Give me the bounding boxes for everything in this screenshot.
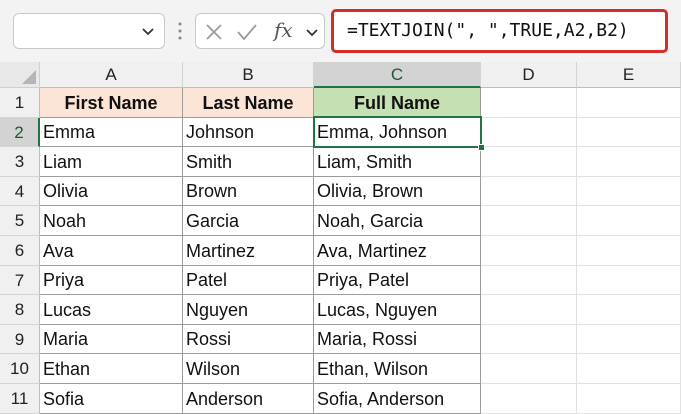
cell-b-row-2[interactable]: Johnson: [183, 118, 314, 147]
cell-d-row-11[interactable]: [481, 384, 577, 414]
formula-bar-area: fx =TEXTJOIN(", ",TRUE,A2,B2): [0, 0, 681, 62]
cell-c-row-4[interactable]: Olivia, Brown: [314, 177, 481, 206]
cell-e-row-6[interactable]: [577, 236, 681, 266]
chevron-down-icon[interactable]: [304, 24, 320, 40]
row-header-3[interactable]: 3: [0, 147, 40, 177]
cell-a-row-3[interactable]: Liam: [40, 147, 183, 177]
cell-d-row-6[interactable]: [481, 236, 577, 266]
cell-b-row-8[interactable]: Nguyen: [183, 295, 314, 325]
cell-d-row-3[interactable]: [481, 147, 577, 177]
cancel-x-icon[interactable]: [204, 22, 224, 42]
formula-buttons: fx: [195, 13, 325, 49]
cell-e-row-9[interactable]: [577, 325, 681, 354]
cell-a-row-1[interactable]: First Name: [40, 88, 183, 118]
cell-b-row-10[interactable]: Wilson: [183, 354, 314, 384]
row-header-2[interactable]: 2: [0, 118, 40, 147]
cell-a-row-2[interactable]: Emma: [40, 118, 183, 147]
cell-e-row-5[interactable]: [577, 206, 681, 236]
cell-e-row-2[interactable]: [577, 118, 681, 147]
cell-d-row-1[interactable]: [481, 88, 577, 118]
cell-a-row-5[interactable]: Noah: [40, 206, 183, 236]
name-box[interactable]: [13, 13, 165, 49]
cell-e-row-11[interactable]: [577, 384, 681, 414]
cell-b-row-11[interactable]: Anderson: [183, 384, 314, 414]
cell-b-row-7[interactable]: Patel: [183, 266, 314, 295]
cell-c-row-7[interactable]: Priya, Patel: [314, 266, 481, 295]
column-header-d[interactable]: D: [481, 62, 577, 88]
cell-b-row-3[interactable]: Smith: [183, 147, 314, 177]
drag-handle-icon[interactable]: [177, 20, 183, 42]
column-header-b[interactable]: B: [183, 62, 314, 88]
cell-b-row-6[interactable]: Martinez: [183, 236, 314, 266]
row-header-8[interactable]: 8: [0, 295, 40, 325]
cell-c-row-1[interactable]: Full Name: [314, 88, 481, 118]
row-header-10[interactable]: 10: [0, 354, 40, 384]
cell-a-row-7[interactable]: Priya: [40, 266, 183, 295]
cell-a-row-6[interactable]: Ava: [40, 236, 183, 266]
cell-e-row-1[interactable]: [577, 88, 681, 118]
row-header-5[interactable]: 5: [0, 206, 40, 236]
column-header-a[interactable]: A: [40, 62, 183, 88]
cell-c-row-2[interactable]: Emma, Johnson: [314, 118, 481, 147]
cell-c-row-9[interactable]: Maria, Rossi: [314, 325, 481, 354]
cell-c-row-6[interactable]: Ava, Martinez: [314, 236, 481, 266]
cell-c-row-5[interactable]: Noah, Garcia: [314, 206, 481, 236]
cell-b-row-1[interactable]: Last Name: [183, 88, 314, 118]
fill-handle[interactable]: [478, 144, 485, 151]
cell-d-row-2[interactable]: [481, 118, 577, 147]
cell-d-row-9[interactable]: [481, 325, 577, 354]
select-all-button[interactable]: [0, 62, 40, 88]
cell-c-row-11[interactable]: Sofia, Anderson: [314, 384, 481, 414]
cell-c-row-8[interactable]: Lucas, Nguyen: [314, 295, 481, 325]
cell-b-row-9[interactable]: Rossi: [183, 325, 314, 354]
cell-d-row-8[interactable]: [481, 295, 577, 325]
row-header-1[interactable]: 1: [0, 88, 40, 118]
select-all-icon: [22, 70, 36, 84]
cell-d-row-4[interactable]: [481, 177, 577, 206]
cell-d-row-10[interactable]: [481, 354, 577, 384]
cell-d-row-5[interactable]: [481, 206, 577, 236]
cell-e-row-7[interactable]: [577, 266, 681, 295]
row-header-6[interactable]: 6: [0, 236, 40, 266]
chevron-down-icon[interactable]: [140, 23, 156, 39]
cell-c-row-3[interactable]: Liam, Smith: [314, 147, 481, 177]
cell-a-row-10[interactable]: Ethan: [40, 354, 183, 384]
cell-e-row-10[interactable]: [577, 354, 681, 384]
formula-input[interactable]: =TEXTJOIN(", ",TRUE,A2,B2): [331, 9, 668, 53]
cell-a-row-9[interactable]: Maria: [40, 325, 183, 354]
fx-icon[interactable]: fx: [274, 18, 293, 42]
column-header-c[interactable]: C: [314, 62, 481, 88]
row-header-4[interactable]: 4: [0, 177, 40, 206]
cell-a-row-8[interactable]: Lucas: [40, 295, 183, 325]
row-header-7[interactable]: 7: [0, 266, 40, 295]
cell-d-row-7[interactable]: [481, 266, 577, 295]
cell-a-row-11[interactable]: Sofia: [40, 384, 183, 414]
cell-b-row-5[interactable]: Garcia: [183, 206, 314, 236]
cell-e-row-3[interactable]: [577, 147, 681, 177]
row-header-11[interactable]: 11: [0, 384, 40, 414]
cell-c-row-10[interactable]: Ethan, Wilson: [314, 354, 481, 384]
row-header-9[interactable]: 9: [0, 325, 40, 354]
cell-e-row-4[interactable]: [577, 177, 681, 206]
cell-b-row-4[interactable]: Brown: [183, 177, 314, 206]
cell-e-row-8[interactable]: [577, 295, 681, 325]
column-header-e[interactable]: E: [577, 62, 681, 88]
confirm-check-icon[interactable]: [236, 22, 258, 42]
cell-a-row-4[interactable]: Olivia: [40, 177, 183, 206]
